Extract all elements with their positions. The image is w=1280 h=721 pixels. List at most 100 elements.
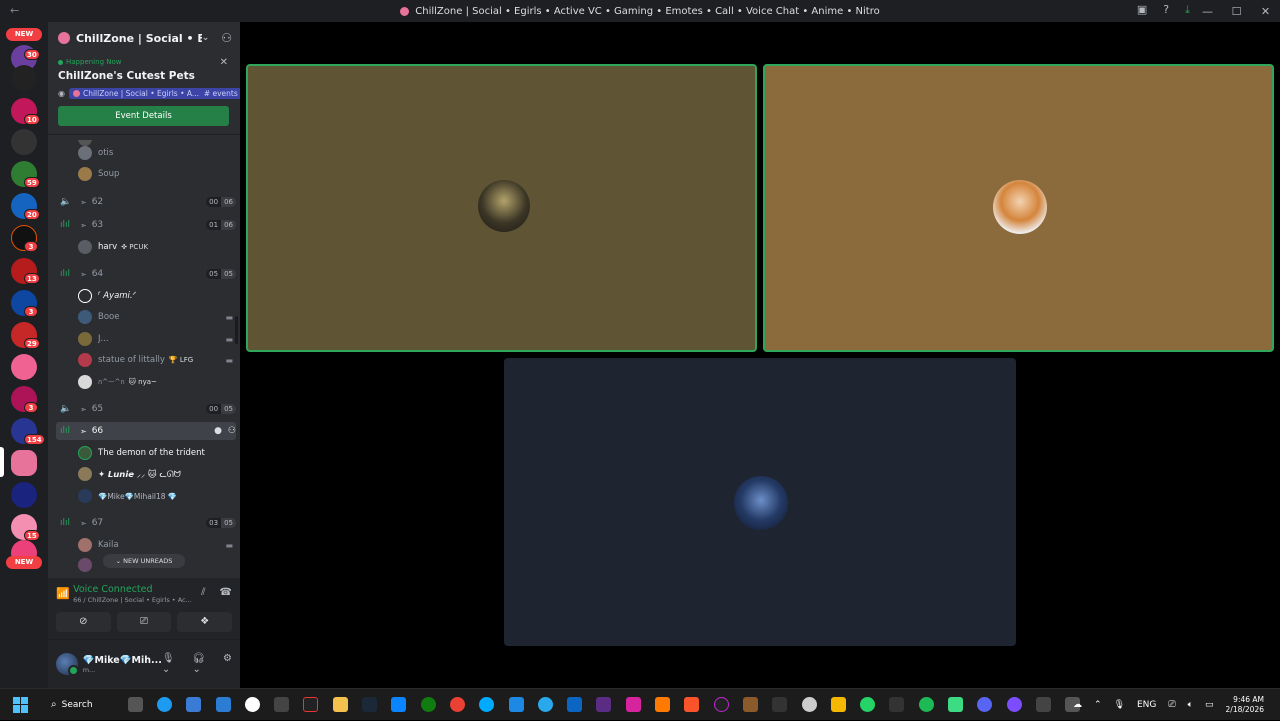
discord-icon[interactable] — [970, 689, 999, 721]
app-icon[interactable] — [706, 689, 735, 721]
camera-off-button[interactable]: ⊘ — [56, 612, 111, 632]
maximize-icon[interactable]: ☐ — [1222, 5, 1251, 18]
member-row[interactable]: harv ✜ PCUK — [78, 238, 233, 256]
member-row[interactable]: ✦ 𝙇𝙪𝙣𝙞𝙚 ⸝⸝ 🐱 ᓚᘏᗢ — [78, 465, 233, 483]
add-member-icon[interactable]: ⚇ — [221, 31, 232, 45]
app-icon[interactable] — [794, 689, 823, 721]
instagram-icon[interactable] — [619, 689, 648, 721]
chat-icon[interactable]: ● — [214, 426, 222, 436]
event-details-button[interactable]: Event Details — [58, 106, 229, 126]
spotify-icon[interactable] — [912, 689, 941, 721]
member-row[interactable]: ก^ㅡ^ก 🐱 nya~ — [78, 373, 233, 391]
xbox-icon[interactable] — [414, 689, 443, 721]
server-icon[interactable] — [11, 354, 37, 380]
edge-icon[interactable] — [150, 689, 179, 721]
app-icon[interactable] — [765, 689, 794, 721]
network-icon[interactable]: ⎚ — [1168, 700, 1175, 710]
username[interactable]: 💎Mike💎Mih... — [83, 655, 162, 666]
member-row[interactable]: Soup — [78, 165, 233, 183]
gear-icon[interactable]: ⚙ — [223, 653, 232, 675]
participant-tile[interactable] — [763, 64, 1274, 352]
invite-icon[interactable]: ⚇ — [228, 426, 236, 436]
app-icon[interactable] — [941, 689, 970, 721]
app-icon[interactable] — [999, 689, 1028, 721]
task-view-icon[interactable] — [121, 689, 150, 721]
scrollbar[interactable] — [235, 316, 238, 344]
microphone-icon[interactable]: 🎙︎ — [1114, 700, 1125, 710]
event-location-chip[interactable]: ChillZone | Social • Egirls • A... # eve… — [68, 87, 242, 99]
member-row[interactable]: 💎Mike💎Mihail18 💎 — [78, 487, 233, 505]
battery-icon[interactable]: ▭ — [1205, 700, 1214, 710]
member-row[interactable]: Kaila ▬ — [78, 536, 233, 554]
folder-icon[interactable] — [326, 689, 355, 721]
app-icon[interactable] — [882, 689, 911, 721]
linkedin-icon[interactable] — [560, 689, 589, 721]
language-indicator[interactable]: ENG — [1137, 700, 1156, 710]
app-icon[interactable] — [296, 689, 325, 721]
member-row[interactable]: ᶠ Ayami.ᐟ — [78, 287, 233, 305]
app-icon[interactable] — [472, 689, 501, 721]
participant-tile[interactable] — [246, 64, 757, 352]
voice-channel-path[interactable]: 66 / ChillZone | Social • Egirls • Ac... — [73, 596, 201, 604]
chevron-down-icon[interactable]: ⌄ — [202, 33, 210, 43]
app-icon[interactable] — [824, 689, 853, 721]
app-icon[interactable] — [648, 689, 677, 721]
inbox-icon[interactable]: ▣ — [1137, 3, 1147, 17]
voice-channel-67[interactable]: ılıl ➣ 67 03 05 — [56, 514, 236, 532]
screen-share-button[interactable]: ⎚ — [116, 612, 172, 632]
weather-icon[interactable]: ☁ — [1073, 700, 1082, 710]
signal-icon[interactable]: 📶 — [56, 587, 73, 600]
office-icon[interactable] — [208, 689, 237, 721]
download-icon[interactable]: ⤓ — [1185, 3, 1190, 17]
arrow-left-icon[interactable]: ← — [10, 4, 19, 17]
whatsapp-icon[interactable] — [853, 689, 882, 721]
voice-channel-64[interactable]: ılıl ➣ 64 05 05 — [56, 265, 236, 283]
member-row[interactable]: J... ▬ — [78, 330, 233, 348]
member-row[interactable]: otis — [78, 144, 233, 162]
member-row[interactable]: The demon of the trident — [78, 444, 233, 462]
voice-channel-66[interactable]: ılıl ➣ 66 ● ⚇ — [56, 422, 236, 440]
server-icon[interactable] — [11, 482, 37, 508]
voice-channel-63[interactable]: ılıl ➣ 63 01 06 — [56, 216, 236, 234]
store-icon[interactable] — [179, 689, 208, 721]
help-icon[interactable]: ? — [1163, 3, 1169, 17]
voice-channel-62[interactable]: 🔈 ➣ 62 00 06 — [56, 193, 236, 211]
new-pill-top[interactable]: NEW — [6, 28, 42, 41]
telegram-icon[interactable] — [531, 689, 560, 721]
server-icon-selected[interactable] — [11, 450, 37, 476]
taskbar-search[interactable]: ⌕ Search — [51, 699, 93, 710]
chevron-up-icon[interactable]: ⌃ — [1094, 700, 1102, 710]
server-header[interactable]: ChillZone | Social • Egi... ⌄ ⚇ — [48, 22, 240, 54]
app-icon[interactable] — [589, 689, 618, 721]
windows-start-icon[interactable] — [13, 696, 29, 713]
app-icon[interactable] — [384, 689, 413, 721]
github-icon[interactable] — [238, 689, 267, 721]
minimize-icon[interactable]: — — [1193, 5, 1222, 18]
new-unreads-pill[interactable]: ⌄ NEW UNREADS — [103, 554, 185, 568]
app-icon[interactable] — [267, 689, 296, 721]
steam-icon[interactable] — [355, 689, 384, 721]
volume-icon[interactable]: 🔈︎ — [1188, 700, 1193, 710]
clock[interactable]: 9:46 AM 2/18/2026 — [1226, 695, 1264, 715]
voice-status[interactable]: Voice Connected — [73, 584, 201, 595]
member-row[interactable]: Booe ▬ — [78, 308, 233, 326]
app-icon[interactable] — [1029, 689, 1058, 721]
server-icon[interactable] — [11, 129, 37, 155]
disconnect-icon[interactable]: ☎ — [220, 587, 232, 598]
close-icon[interactable]: ✕ — [220, 57, 228, 68]
voice-channel-65[interactable]: 🔈 ➣ 65 00 05 — [56, 400, 236, 418]
app-icon[interactable] — [501, 689, 530, 721]
chrome-icon[interactable] — [443, 689, 472, 721]
microphone-icon[interactable]: 🎙︎⌄ — [162, 653, 183, 675]
activities-button[interactable]: ❖ — [177, 612, 233, 632]
member-row[interactable]: statue of littally 🏆 LFG ▬ — [78, 351, 233, 369]
server-icon[interactable] — [11, 65, 37, 91]
noise-suppression-icon[interactable]: ⫽ — [201, 587, 205, 598]
app-icon[interactable] — [736, 689, 765, 721]
brave-icon[interactable] — [677, 689, 706, 721]
participant-tile[interactable] — [504, 358, 1016, 646]
avatar[interactable] — [56, 653, 79, 676]
close-icon[interactable]: ✕ — [1251, 5, 1280, 18]
new-pill-bottom[interactable]: NEW — [6, 556, 42, 569]
headphones-icon[interactable]: 🎧︎⌄ — [192, 653, 213, 675]
